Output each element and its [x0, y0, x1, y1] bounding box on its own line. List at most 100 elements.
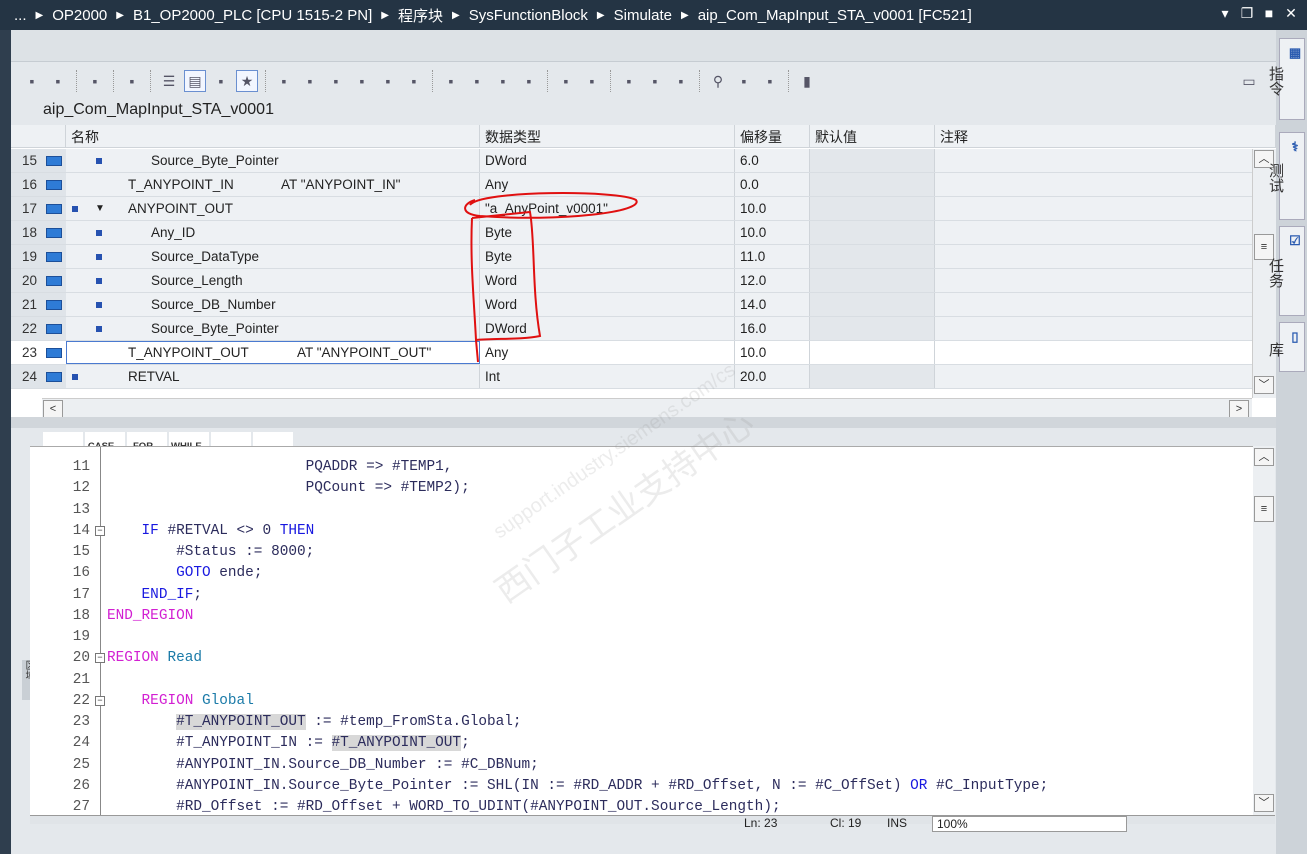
- db-icon[interactable]: ▮: [796, 70, 818, 92]
- default-cell[interactable]: [810, 149, 935, 172]
- comment-cell[interactable]: [935, 173, 1252, 196]
- call-clear-icon[interactable]: ▪: [299, 70, 321, 92]
- scroll-down-icon[interactable]: ﹀: [1254, 794, 1274, 812]
- maximize-icon[interactable]: ■: [1261, 5, 1277, 21]
- monitor-off-icon[interactable]: ▪: [121, 70, 143, 92]
- list-icon[interactable]: ▪: [377, 70, 399, 92]
- code-line[interactable]: 21: [30, 670, 1253, 691]
- go-next-icon[interactable]: ▪: [618, 70, 640, 92]
- code-line[interactable]: 13: [30, 500, 1253, 521]
- table-row[interactable]: 20 Source_Length Word 12.0: [11, 269, 1252, 293]
- comment-cell[interactable]: [935, 317, 1252, 340]
- network-icon[interactable]: ▪: [403, 70, 425, 92]
- table-row[interactable]: 24 RETVAL Int 20.0: [11, 365, 1252, 389]
- code-line[interactable]: 17 END_IF;: [30, 585, 1253, 606]
- breadcrumb-item[interactable]: 程序块: [398, 5, 443, 26]
- default-cell[interactable]: [810, 245, 935, 268]
- header-default[interactable]: 默认值: [810, 125, 935, 148]
- breadcrumb-item[interactable]: ...: [14, 7, 27, 24]
- comment-cell[interactable]: [935, 245, 1252, 268]
- datatype-cell[interactable]: Int: [480, 365, 735, 388]
- scroll-up-icon[interactable]: ︿: [1254, 448, 1274, 466]
- datatype-cell[interactable]: DWord: [480, 149, 735, 172]
- table-row[interactable]: 22 Source_Byte_Pointer DWord 16.0: [11, 317, 1252, 341]
- name-cell[interactable]: T_ANYPOINT_IN AT "ANYPOINT_IN": [66, 173, 480, 196]
- name-cell[interactable]: Source_Length: [66, 269, 480, 292]
- name-cell[interactable]: Source_DB_Number: [66, 293, 480, 316]
- comment-cell[interactable]: [935, 293, 1252, 316]
- block-fc-icon[interactable]: ▪: [351, 70, 373, 92]
- name-cell[interactable]: RETVAL: [66, 365, 480, 388]
- code-line[interactable]: 20− REGION Read: [30, 648, 1253, 669]
- scroll-thumb[interactable]: ≡: [1254, 496, 1274, 522]
- default-cell[interactable]: [810, 365, 935, 388]
- block-fb-icon[interactable]: ▪: [325, 70, 347, 92]
- name-cell[interactable]: T_ANYPOINT_OUT AT "ANYPOINT_OUT" ☰: [66, 341, 480, 364]
- header-name[interactable]: 名称: [66, 125, 480, 148]
- name-cell[interactable]: Source_Byte_Pointer: [66, 317, 480, 340]
- code-line[interactable]: 23 #T_ANYPOINT_OUT := #temp_FromSta.Glob…: [30, 712, 1253, 733]
- table-row[interactable]: 19 Source_DataType Byte 11.0: [11, 245, 1252, 269]
- call-set-icon[interactable]: ▪: [273, 70, 295, 92]
- header-comment[interactable]: 注释: [935, 125, 1276, 148]
- favorites-icon[interactable]: ★: [236, 70, 258, 92]
- name-cell[interactable]: Source_Byte_Pointer: [66, 149, 480, 172]
- code-editor[interactable]: 11 PQADDR => #TEMP1, 12 PQCount => #TEMP2…: [30, 446, 1253, 815]
- table-row[interactable]: 15 Source_Byte_Pointer DWord 6.0: [11, 149, 1252, 173]
- scroll-down-icon[interactable]: ﹀: [1254, 376, 1274, 394]
- pin-icon[interactable]: ▾: [1217, 5, 1233, 21]
- go-back-icon[interactable]: ▪: [644, 70, 666, 92]
- close-icon[interactable]: ✕: [1283, 5, 1299, 21]
- code-line[interactable]: 11 PQADDR => #TEMP1,: [30, 457, 1253, 478]
- default-cell[interactable]: [810, 317, 935, 340]
- zoom-select[interactable]: 100%: [932, 816, 1127, 832]
- view-list-icon[interactable]: ☰: [158, 70, 180, 92]
- breadcrumb-item[interactable]: aip_Com_MapInput_STA_v0001 [FC521]: [698, 7, 972, 24]
- code-line[interactable]: 19: [30, 627, 1253, 648]
- breadcrumb-item[interactable]: SysFunctionBlock: [469, 7, 588, 24]
- add-row-icon[interactable]: ▪: [47, 70, 69, 92]
- datatype-cell[interactable]: Byte: [480, 245, 735, 268]
- datatype-cell[interactable]: Any: [480, 341, 735, 364]
- table-row[interactable]: 23 T_ANYPOINT_OUT AT "ANYPOINT_OUT" ☰ An…: [11, 341, 1252, 365]
- pane-splitter[interactable]: [11, 417, 1276, 428]
- download-mem-icon[interactable]: ▪: [210, 70, 232, 92]
- comment-cell[interactable]: [935, 269, 1252, 292]
- compare-icon[interactable]: ▪: [733, 70, 755, 92]
- collapse-arrow-icon[interactable]: ▼: [95, 197, 105, 220]
- breadcrumb-item[interactable]: Simulate: [614, 7, 672, 24]
- datatype-cell[interactable]: Byte: [480, 221, 735, 244]
- code-line[interactable]: 27 #RD_Offset := #RD_Offset + WORD_TO_UD…: [30, 797, 1253, 815]
- right-tab[interactable]: ▦ 指令: [1267, 38, 1305, 120]
- name-cell[interactable]: Source_DataType: [66, 245, 480, 268]
- default-cell[interactable]: [810, 341, 935, 364]
- breadcrumb-item[interactable]: B1_OP2000_PLC [CPU 1515-2 PN]: [133, 7, 372, 24]
- scroll-right-icon[interactable]: >: [1229, 400, 1249, 418]
- comment-icon[interactable]: ▪: [555, 70, 577, 92]
- header-offset[interactable]: 偏移量: [735, 125, 810, 148]
- comment-cell[interactable]: [935, 197, 1252, 220]
- code-line[interactable]: 16 GOTO ende;: [30, 563, 1253, 584]
- insert-row-icon[interactable]: ▪: [21, 70, 43, 92]
- right-tab[interactable]: ⚕ 测试: [1267, 132, 1305, 220]
- table-row[interactable]: 16 T_ANYPOINT_IN AT "ANYPOINT_IN" Any 0.…: [11, 173, 1252, 197]
- code-line[interactable]: 12 PQCount => #TEMP2);: [30, 478, 1253, 499]
- right-tab[interactable]: ▯ 库: [1267, 322, 1305, 372]
- datatype-cell[interactable]: "a_AnyPoint_v0001": [480, 197, 735, 220]
- datatype-cell[interactable]: DWord: [480, 317, 735, 340]
- indent-left-icon[interactable]: ▪: [440, 70, 462, 92]
- code-line[interactable]: 22− REGION Global: [30, 691, 1253, 712]
- fold-toggle-icon[interactable]: −: [95, 695, 105, 706]
- split-view-icon[interactable]: ▭: [1238, 70, 1260, 92]
- header-datatype[interactable]: 数据类型: [480, 125, 735, 148]
- default-cell[interactable]: [810, 293, 935, 316]
- default-cell[interactable]: [810, 197, 935, 220]
- name-cell[interactable]: ▼ ANYPOINT_OUT: [66, 197, 480, 220]
- code-line[interactable]: 18 END_REGION: [30, 606, 1253, 627]
- code-line[interactable]: 14− IF #RETVAL <> 0 THEN: [30, 521, 1253, 542]
- datatype-cell[interactable]: Any: [480, 173, 735, 196]
- fold-toggle-icon[interactable]: −: [95, 525, 105, 536]
- default-cell[interactable]: [810, 221, 935, 244]
- datatype-cell[interactable]: Word: [480, 269, 735, 292]
- table-row[interactable]: 17 ▼ ANYPOINT_OUT "a_AnyPoint_v0001" 10.…: [11, 197, 1252, 221]
